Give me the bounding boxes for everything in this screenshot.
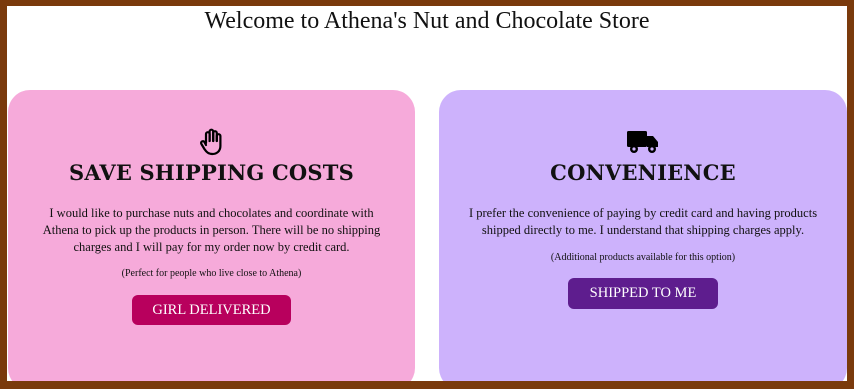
- card-description: I prefer the convenience of paying by cr…: [468, 206, 818, 237]
- card-note: (Additional products available for this …: [550, 252, 736, 263]
- save-shipping-card: SAVE SHIPPING COSTS I would like to purc…: [8, 90, 415, 381]
- card-description: I would like to purchase nuts and chocol…: [42, 206, 381, 254]
- girl-delivered-button[interactable]: GIRL DELIVERED: [132, 295, 291, 325]
- hand-icon: [8, 128, 415, 158]
- truck-icon: [439, 128, 847, 158]
- card-title: CONVENIENCE: [550, 160, 736, 185]
- card-note: (Perfect for people who live close to At…: [121, 268, 302, 279]
- page-title: Welcome to Athena's Nut and Chocolate St…: [204, 8, 650, 34]
- convenience-card: CONVENIENCE I prefer the convenience of …: [439, 90, 847, 381]
- store-frame: Welcome to Athena's Nut and Chocolate St…: [7, 6, 847, 381]
- card-title: SAVE SHIPPING COSTS: [69, 160, 354, 185]
- shipped-to-me-button[interactable]: SHIPPED TO ME: [568, 278, 718, 309]
